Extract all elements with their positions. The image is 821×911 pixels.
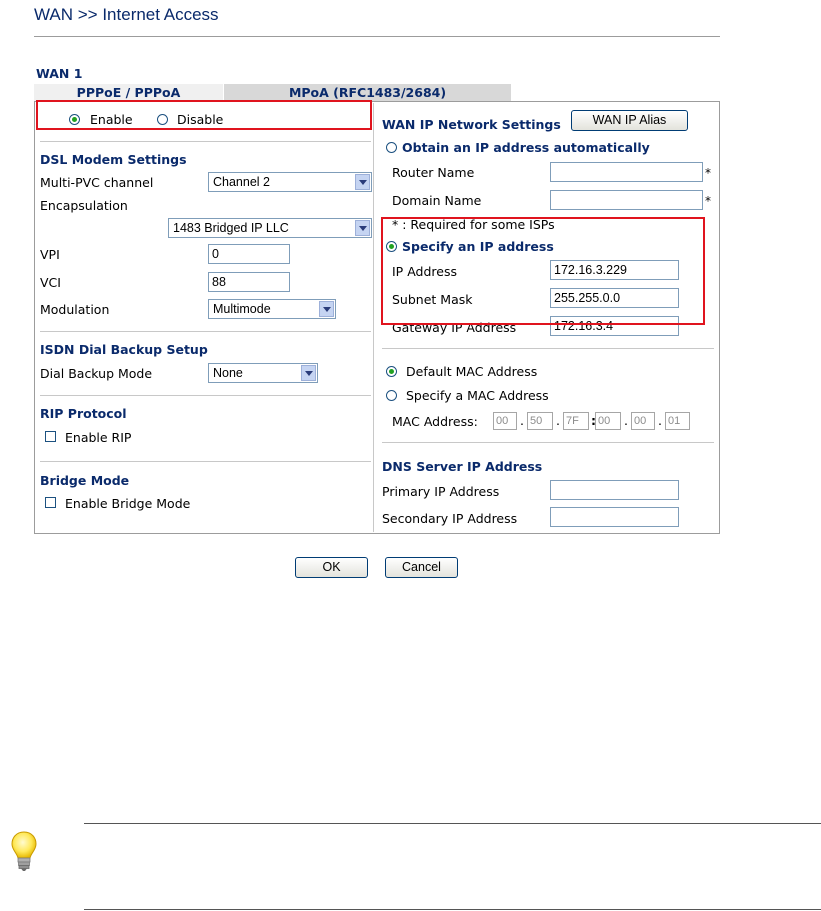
dns-section-title: DNS Server IP Address [382, 459, 543, 474]
required-star: * [705, 166, 711, 180]
modulation-select[interactable]: Multimode [208, 299, 336, 319]
enable-bridge-checkbox[interactable] [45, 497, 56, 508]
multi-pvc-label: Multi-PVC channel [40, 175, 154, 190]
section-divider [40, 331, 371, 332]
modulation-label: Modulation [40, 302, 110, 317]
multi-pvc-value: Channel 2 [213, 175, 270, 189]
chevron-down-icon [355, 220, 370, 236]
section-divider [382, 348, 714, 349]
obtain-ip-radio[interactable] [386, 142, 397, 153]
page-title: WAN >> Internet Access [34, 5, 219, 24]
default-mac-label: Default MAC Address [406, 364, 538, 379]
vpi-input[interactable]: 0 [208, 244, 290, 264]
router-name-input[interactable] [550, 162, 703, 182]
secondary-dns-label: Secondary IP Address [382, 511, 518, 526]
mac-octet-input[interactable]: 01 [665, 412, 690, 430]
enable-rip-label: Enable RIP [65, 430, 132, 445]
vci-input[interactable]: 88 [208, 272, 290, 292]
note-bottom-line [84, 909, 821, 910]
enable-rip-checkbox[interactable] [45, 431, 56, 442]
ip-highlight-box [381, 217, 705, 325]
cancel-button[interactable]: Cancel [385, 557, 458, 578]
encapsulation-select[interactable]: 1483 Bridged IP LLC [168, 218, 372, 238]
mac-separator: . [624, 413, 628, 428]
title-divider [34, 36, 720, 37]
mac-separator: . [658, 413, 662, 428]
obtain-ip-label: Obtain an IP address automatically [402, 140, 650, 155]
section-divider [382, 442, 714, 443]
mac-octet-input[interactable]: 7F [563, 412, 589, 430]
chevron-down-icon [301, 365, 316, 381]
vpi-label: VPI [40, 247, 60, 262]
chevron-down-icon [319, 301, 334, 317]
mac-octet-input[interactable]: 00 [631, 412, 655, 430]
section-divider [40, 395, 371, 396]
enable-label: Enable [90, 112, 133, 127]
primary-dns-input[interactable] [550, 480, 679, 500]
ok-button[interactable]: OK [295, 557, 368, 578]
disable-radio[interactable] [157, 114, 168, 125]
disable-label: Disable [177, 112, 224, 127]
note-top-line [84, 823, 821, 824]
encapsulation-label: Encapsulation [40, 198, 128, 213]
default-mac-radio[interactable] [386, 366, 397, 377]
mac-octet-input[interactable]: 50 [527, 412, 553, 430]
mac-octet-input[interactable]: 00 [493, 412, 517, 430]
wan-ip-section-title: WAN IP Network Settings [382, 117, 561, 132]
rip-section-title: RIP Protocol [40, 406, 127, 421]
lightbulb-icon [8, 829, 40, 873]
domain-name-label: Domain Name [392, 193, 482, 208]
dial-backup-value: None [213, 366, 243, 380]
mac-separator: . [556, 413, 560, 428]
specify-mac-radio[interactable] [386, 390, 397, 401]
wan-ip-alias-button[interactable]: WAN IP Alias [571, 110, 688, 131]
enable-bridge-label: Enable Bridge Mode [65, 496, 191, 511]
mac-separator: . [520, 413, 524, 428]
router-name-label: Router Name [392, 165, 475, 180]
required-star: * [705, 194, 711, 208]
vci-label: VCI [40, 275, 61, 290]
specify-mac-label: Specify a MAC Address [406, 388, 549, 403]
section-divider [40, 141, 371, 142]
dial-backup-select[interactable]: None [208, 363, 318, 383]
domain-name-input[interactable] [550, 190, 703, 210]
wan-label: WAN 1 [36, 66, 83, 81]
mac-address-label: MAC Address: [392, 414, 478, 429]
bridge-section-title: Bridge Mode [40, 473, 130, 488]
primary-dns-label: Primary IP Address [382, 484, 500, 499]
modulation-value: Multimode [213, 302, 271, 316]
dsl-section-title: DSL Modem Settings [40, 152, 187, 167]
dial-backup-label: Dial Backup Mode [40, 366, 153, 381]
enable-radio[interactable] [69, 114, 80, 125]
isdn-section-title: ISDN Dial Backup Setup [40, 342, 208, 357]
encapsulation-value: 1483 Bridged IP LLC [173, 221, 289, 235]
section-divider [40, 461, 371, 462]
secondary-dns-input[interactable] [550, 507, 679, 527]
mac-octet-input[interactable]: 00 [595, 412, 621, 430]
multi-pvc-select[interactable]: Channel 2 [208, 172, 372, 192]
chevron-down-icon [355, 174, 370, 190]
